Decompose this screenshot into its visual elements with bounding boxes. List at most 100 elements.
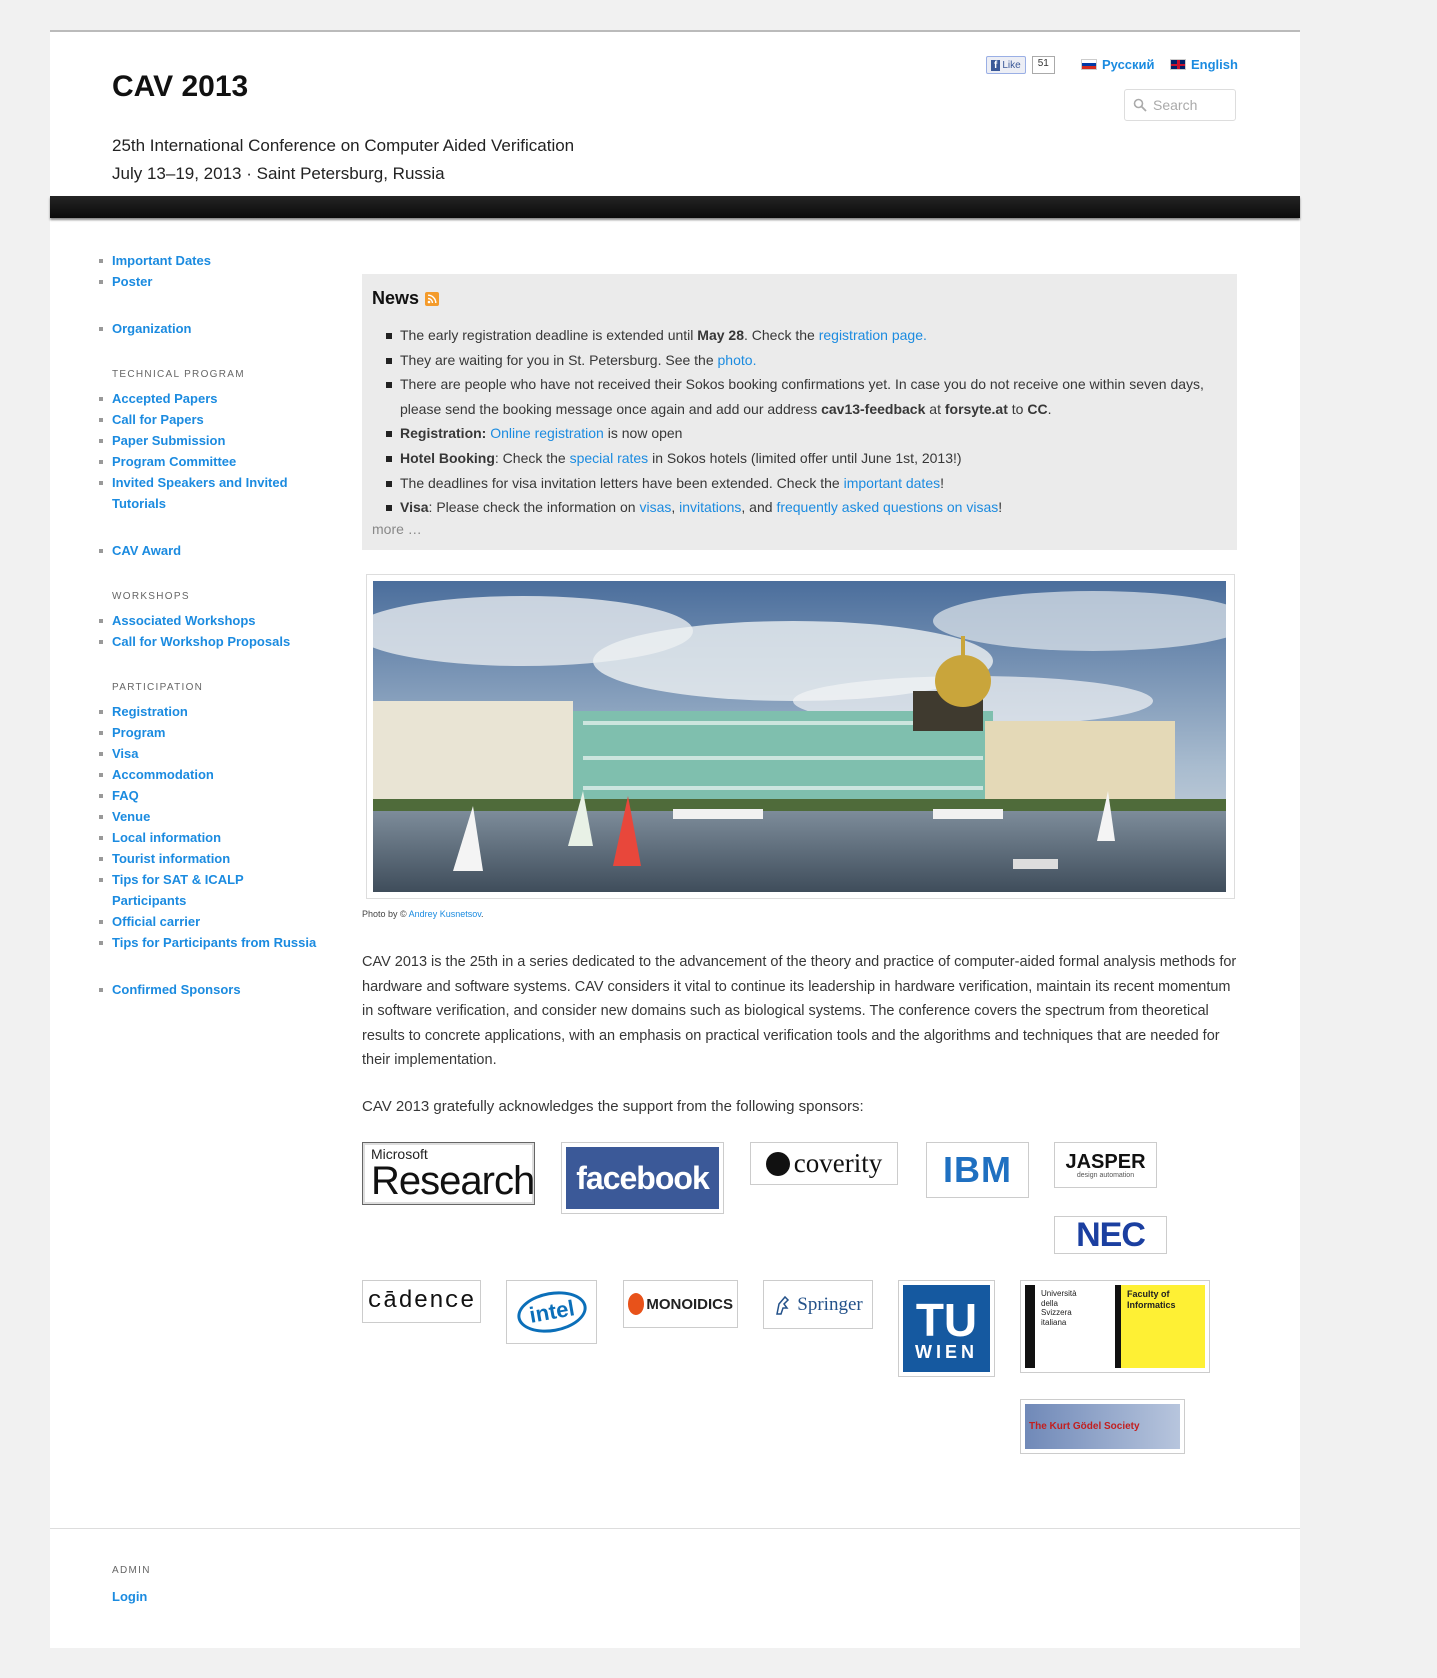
sponsor-tu-wien[interactable]: TU WIEN bbox=[898, 1280, 995, 1377]
russian-flag-icon bbox=[1081, 59, 1097, 70]
language-russian-label: Русский bbox=[1102, 57, 1155, 72]
sidebar-link[interactable]: Visa bbox=[112, 746, 139, 761]
language-russian[interactable]: Русский bbox=[1081, 57, 1155, 72]
news-item: They are waiting for you in St. Petersbu… bbox=[386, 348, 1227, 373]
sidebar-item-confirmed-sponsors[interactable]: Confirmed Sponsors bbox=[99, 979, 319, 1000]
sidebar-link[interactable]: Tourist information bbox=[112, 851, 230, 866]
acknowledgement-text: CAV 2013 gratefully acknowledges the sup… bbox=[362, 1098, 864, 1115]
sidebar-item-paper-submission[interactable]: Paper Submission bbox=[99, 430, 319, 451]
facebook-like-label: Like bbox=[1002, 59, 1021, 71]
sidebar-item-tips-russia[interactable]: Tips for Participants from Russia bbox=[99, 932, 319, 953]
language-english-label: English bbox=[1191, 57, 1238, 72]
sidebar-link[interactable]: Paper Submission bbox=[112, 433, 225, 448]
sidebar-link[interactable]: Tips for SAT & ICALP Participants bbox=[112, 872, 243, 908]
sponsor-jasper[interactable]: JASPER design automation bbox=[1054, 1142, 1157, 1188]
sponsor-ibm[interactable]: IBM bbox=[926, 1142, 1029, 1198]
footer-divider bbox=[50, 1528, 1300, 1529]
sidebar-item-local-information[interactable]: Local information bbox=[99, 827, 319, 848]
sponsor-cadence[interactable]: cādence bbox=[362, 1280, 481, 1323]
sidebar: Important Dates Poster Organization TECH… bbox=[99, 250, 319, 1000]
news-box: News The early registration deadline is … bbox=[362, 274, 1237, 550]
site-title[interactable]: CAV 2013 bbox=[112, 70, 248, 104]
news-more-link[interactable]: more … bbox=[372, 521, 1227, 537]
sidebar-item-associated-workshops[interactable]: Associated Workshops bbox=[99, 610, 319, 631]
news-title[interactable]: News bbox=[372, 288, 419, 309]
important-dates-link[interactable]: important dates bbox=[844, 475, 941, 491]
about-paragraph: CAV 2013 is the 25th in a series dedicat… bbox=[362, 954, 1237, 1069]
sidebar-item-tips-sat-icalp[interactable]: Tips for SAT & ICALP Participants bbox=[99, 869, 319, 911]
sidebar-item-call-for-workshops[interactable]: Call for Workshop Proposals bbox=[99, 631, 319, 652]
sidebar-link[interactable]: Call for Papers bbox=[112, 412, 204, 427]
sponsor-coverity[interactable]: coverity bbox=[750, 1142, 898, 1185]
sidebar-item-visa[interactable]: Visa bbox=[99, 743, 319, 764]
search-input[interactable] bbox=[1153, 97, 1233, 113]
sidebar-item-important-dates[interactable]: Important Dates bbox=[99, 250, 319, 271]
photo-link[interactable]: photo bbox=[718, 352, 753, 368]
visas-link[interactable]: visas bbox=[639, 499, 671, 515]
search-box[interactable] bbox=[1124, 89, 1236, 121]
sponsor-springer[interactable]: Springer bbox=[763, 1280, 873, 1329]
news-heading: News bbox=[372, 288, 1227, 309]
sidebar-item-invited-speakers[interactable]: Invited Speakers and Invited Tutorials bbox=[99, 472, 319, 514]
sidebar-item-organization[interactable]: Organization bbox=[99, 318, 319, 339]
facebook-like-button[interactable]: f Like bbox=[986, 56, 1026, 74]
sidebar-item-program-committee[interactable]: Program Committee bbox=[99, 451, 319, 472]
sidebar-link[interactable]: Program bbox=[112, 725, 165, 740]
sidebar-link[interactable]: Tips for Participants from Russia bbox=[112, 935, 316, 950]
sidebar-item-registration[interactable]: Registration bbox=[99, 701, 319, 722]
sidebar-item-call-for-papers[interactable]: Call for Papers bbox=[99, 409, 319, 430]
sidebar-link[interactable]: Invited Speakers and Invited Tutorials bbox=[112, 475, 288, 511]
sidebar-link[interactable]: CAV Award bbox=[112, 543, 181, 558]
sidebar-item-poster[interactable]: Poster bbox=[99, 271, 319, 292]
special-rates-link[interactable]: special rates bbox=[570, 450, 649, 466]
sidebar-item-official-carrier[interactable]: Official carrier bbox=[99, 911, 319, 932]
sponsor-facebook[interactable]: facebook bbox=[561, 1142, 724, 1214]
sponsor-microsoft-research[interactable]: Microsoft Research bbox=[362, 1142, 535, 1205]
language-english[interactable]: English bbox=[1170, 57, 1238, 72]
online-registration-link[interactable]: Online registration bbox=[490, 425, 604, 441]
sponsor-nec[interactable]: NEC bbox=[1054, 1216, 1167, 1254]
registration-page-link[interactable]: registration page bbox=[819, 327, 923, 343]
sidebar-link[interactable]: Call for Workshop Proposals bbox=[112, 634, 290, 649]
invitations-link[interactable]: invitations bbox=[679, 499, 741, 515]
sidebar-link[interactable]: Poster bbox=[112, 274, 152, 289]
search-icon bbox=[1133, 98, 1147, 112]
page: CAV 2013 25th International Conference o… bbox=[50, 30, 1300, 1648]
sidebar-item-program[interactable]: Program bbox=[99, 722, 319, 743]
sidebar-link[interactable]: Important Dates bbox=[112, 253, 211, 268]
news-item: Visa: Please check the information on vi… bbox=[386, 495, 1227, 520]
news-item: The deadlines for visa invitation letter… bbox=[386, 471, 1227, 496]
sponsor-usi-informatics[interactable]: Università della Svizzera italiana Facul… bbox=[1020, 1280, 1210, 1373]
sponsor-intel[interactable]: intel bbox=[506, 1280, 597, 1344]
news-item: There are people who have not received t… bbox=[386, 372, 1227, 421]
sidebar-item-cav-award[interactable]: CAV Award bbox=[99, 540, 319, 561]
sponsor-kurt-goedel-society[interactable]: The Kurt Gödel Society bbox=[1020, 1399, 1185, 1454]
sidebar-link[interactable]: Confirmed Sponsors bbox=[112, 982, 241, 997]
photographer-link[interactable]: Andrey Kusnetsov bbox=[409, 909, 481, 919]
sidebar-item-faq[interactable]: FAQ bbox=[99, 785, 319, 806]
sidebar-link[interactable]: Local information bbox=[112, 830, 221, 845]
springer-horse-icon bbox=[776, 1295, 790, 1315]
sidebar-link[interactable]: Registration bbox=[112, 704, 188, 719]
news-item: Registration: Online registration is now… bbox=[386, 421, 1227, 446]
sidebar-heading-participation: PARTICIPATION bbox=[112, 682, 204, 693]
sidebar-item-accepted-papers[interactable]: Accepted Papers bbox=[99, 388, 319, 409]
sidebar-heading-technical: TECHNICAL PROGRAM bbox=[112, 369, 245, 380]
sidebar-link[interactable]: Accommodation bbox=[112, 767, 214, 782]
sidebar-item-accommodation[interactable]: Accommodation bbox=[99, 764, 319, 785]
sidebar-link[interactable]: Official carrier bbox=[112, 914, 200, 929]
site-dates: July 13–19, 2013 · Saint Petersburg, Rus… bbox=[112, 164, 445, 183]
sidebar-link[interactable]: Venue bbox=[112, 809, 150, 824]
sidebar-item-tourist-information[interactable]: Tourist information bbox=[99, 848, 319, 869]
sponsor-monoidics[interactable]: MONOIDICS bbox=[623, 1280, 738, 1328]
sidebar-link[interactable]: Associated Workshops bbox=[112, 613, 256, 628]
visa-faq-link[interactable]: frequently asked questions on visas bbox=[776, 499, 998, 515]
sidebar-link[interactable]: Organization bbox=[112, 321, 191, 336]
login-link[interactable]: Login bbox=[112, 1589, 147, 1604]
sidebar-item-venue[interactable]: Venue bbox=[99, 806, 319, 827]
sidebar-link[interactable]: Program Committee bbox=[112, 454, 236, 469]
sidebar-link[interactable]: Accepted Papers bbox=[112, 391, 218, 406]
sidebar-link[interactable]: FAQ bbox=[112, 788, 139, 803]
facebook-like[interactable]: f Like 51 bbox=[986, 56, 1055, 74]
rss-icon[interactable] bbox=[425, 291, 440, 306]
